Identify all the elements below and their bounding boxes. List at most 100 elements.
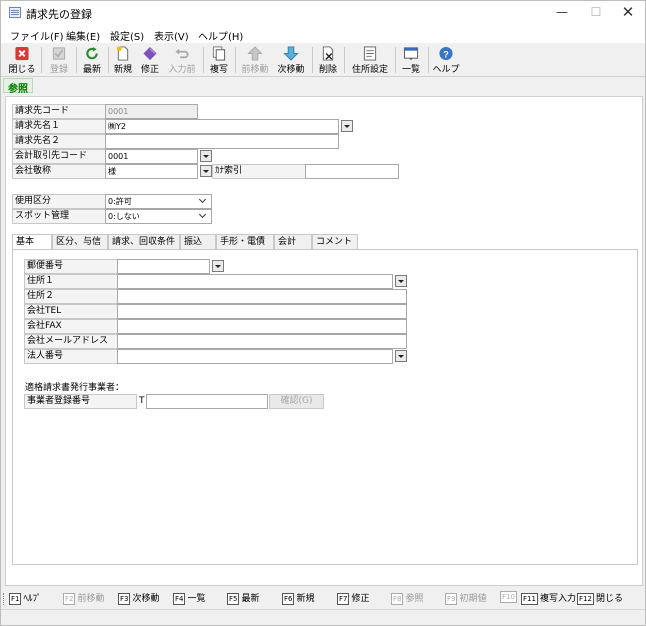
tab-billing-collection[interactable]: 請求、回収条件: [108, 234, 180, 250]
menu-help[interactable]: ヘルプ(H): [198, 28, 243, 43]
menu-file[interactable]: ファイル(F): [10, 28, 64, 43]
help-button[interactable]: ? ヘルプ: [431, 43, 461, 77]
registration-field[interactable]: [146, 394, 268, 409]
fkey-f9-label: 初期値: [459, 594, 487, 604]
fkey-f4[interactable]: F4 一覧: [173, 591, 206, 607]
app-window: 請求先の登録 — ☐ ✕ ファイル(F) 編集(E) 設定(S) 表示(V) ヘ…: [0, 0, 646, 626]
toolbar-separator: [41, 47, 42, 73]
tab-bills-ebonds[interactable]: 手形・電債: [216, 234, 274, 250]
account-code-label: 会計取引先コード: [12, 149, 106, 164]
next-button[interactable]: 次移動: [275, 43, 307, 77]
fkey-f11[interactable]: F11 複写入力: [521, 591, 576, 607]
fkey-f12-key: F12: [577, 592, 594, 605]
billing-name1-dropdown-button[interactable]: [341, 120, 353, 132]
fax-field[interactable]: [117, 319, 407, 334]
close-window-button[interactable]: ✕: [611, 1, 645, 25]
email-field[interactable]: [117, 334, 407, 349]
new-button[interactable]: 新規: [110, 43, 136, 77]
fkey-f1[interactable]: F1 ﾍﾙﾌﾟ: [9, 591, 42, 607]
menu-view[interactable]: 表示(V): [154, 28, 189, 43]
prev-button[interactable]: 前移動: [239, 43, 271, 77]
kana-index-field[interactable]: [305, 164, 399, 179]
fkey-f3[interactable]: F3 次移動: [118, 591, 160, 607]
usage-select[interactable]: 0:許可: [105, 194, 212, 209]
account-code-field[interactable]: 0001: [105, 149, 198, 164]
billing-name1-field[interactable]: ㈱Y2: [105, 119, 339, 134]
fkey-f9[interactable]: F9 初期値: [445, 591, 487, 607]
toolbar-separator: [76, 47, 77, 73]
delete-button[interactable]: 削除: [315, 43, 341, 77]
spot-chevron-down-icon[interactable]: [197, 209, 210, 222]
kana-index-label: ｶﾅ索引: [212, 164, 306, 179]
menu-settings[interactable]: 設定(S): [110, 28, 144, 43]
refresh-button-label: 最新: [82, 65, 101, 75]
form-panel: 請求先コード 0001 請求先名１ ㈱Y2 請求先名２ 会計取引先コード 000…: [5, 96, 643, 586]
menu-edit[interactable]: 編集(E): [66, 28, 100, 43]
address1-dropdown-button[interactable]: [395, 275, 407, 287]
copy-icon: [212, 46, 226, 61]
honorific-field[interactable]: 様: [105, 164, 198, 179]
registration-label: 事業者登録番号: [24, 394, 137, 409]
help-button-label: ヘルプ: [432, 65, 460, 75]
maximize-button[interactable]: ☐: [579, 1, 613, 25]
register-icon: [52, 47, 66, 60]
menu-bar: ファイル(F) 編集(E) 設定(S) 表示(V) ヘルプ(H): [1, 25, 645, 43]
list-button[interactable]: 一覧: [398, 43, 424, 77]
up-arrow-icon: [247, 46, 263, 61]
usage-chevron-down-icon[interactable]: [197, 194, 210, 207]
billing-code-label: 請求先コード: [12, 104, 106, 119]
confirm-button[interactable]: 確認(G): [269, 394, 324, 409]
refresh-icon: [86, 46, 98, 60]
next-button-label: 次移動: [277, 65, 305, 75]
list-button-label: 一覧: [401, 65, 420, 75]
spot-select[interactable]: 0:しない: [105, 209, 212, 224]
registration-prefix: T: [139, 396, 145, 406]
fkey-f6-label: 新規: [296, 594, 315, 604]
fkey-f5-key: F5: [227, 592, 240, 605]
postal-dropdown-button[interactable]: [212, 260, 224, 272]
address1-field[interactable]: [117, 274, 393, 289]
fkey-f1-key: F1: [9, 592, 22, 605]
fkey-f5-label: 最新: [241, 594, 260, 604]
fkey-f8[interactable]: F8 参照: [391, 591, 424, 607]
honorific-dropdown-button[interactable]: [200, 165, 212, 177]
fax-label: 会社FAX: [24, 319, 118, 334]
invoice-section-title: 適格請求書発行事業者：: [25, 383, 125, 393]
tab-category-credit[interactable]: 区分、与信: [52, 234, 108, 250]
corp-number-label: 法人番号: [24, 349, 118, 364]
fkey-f7-key: F7: [337, 592, 350, 605]
minimize-button[interactable]: —: [545, 1, 579, 25]
toolbar-separator: [344, 47, 345, 73]
tel-field[interactable]: [117, 304, 407, 319]
copy-button[interactable]: 複写: [206, 43, 232, 77]
mode-indicator: 参照: [3, 78, 33, 95]
tel-label: 会社TEL: [24, 304, 118, 319]
fkey-f10[interactable]: F10: [500, 591, 519, 607]
toolbar-separator: [395, 47, 396, 73]
fkey-f2[interactable]: F2 前移動: [63, 591, 105, 607]
corp-number-dropdown-button[interactable]: [395, 350, 407, 362]
edit-eraser-icon: [143, 46, 157, 61]
mode-strip: 参照: [1, 78, 645, 95]
tab-accounting[interactable]: 会計: [274, 234, 312, 250]
postal-field[interactable]: [117, 259, 210, 274]
register-button[interactable]: 登録: [45, 43, 73, 77]
fkey-f5[interactable]: F5 最新: [227, 591, 260, 607]
billing-name2-field[interactable]: [105, 134, 339, 149]
fkey-f4-key: F4: [173, 592, 186, 605]
fkey-f3-label: 次移動: [132, 594, 160, 604]
before-input-button[interactable]: 入力前: [165, 43, 199, 77]
corp-number-field[interactable]: [117, 349, 393, 364]
address2-field[interactable]: [117, 289, 407, 304]
address-settings-button[interactable]: 住所設定: [348, 43, 392, 77]
edit-button[interactable]: 修正: [137, 43, 163, 77]
fkey-f6[interactable]: F6 新規: [282, 591, 315, 607]
account-code-dropdown-button[interactable]: [200, 150, 212, 162]
tab-transfer[interactable]: 振込: [180, 234, 216, 250]
tab-comment[interactable]: コメント: [312, 234, 358, 250]
toolbar-separator: [428, 47, 429, 73]
fkey-f7[interactable]: F7 修正: [337, 591, 370, 607]
refresh-button[interactable]: 最新: [79, 43, 105, 77]
close-button[interactable]: 閉じる: [7, 43, 37, 77]
fkey-f12[interactable]: F12 閉じる: [577, 591, 623, 607]
